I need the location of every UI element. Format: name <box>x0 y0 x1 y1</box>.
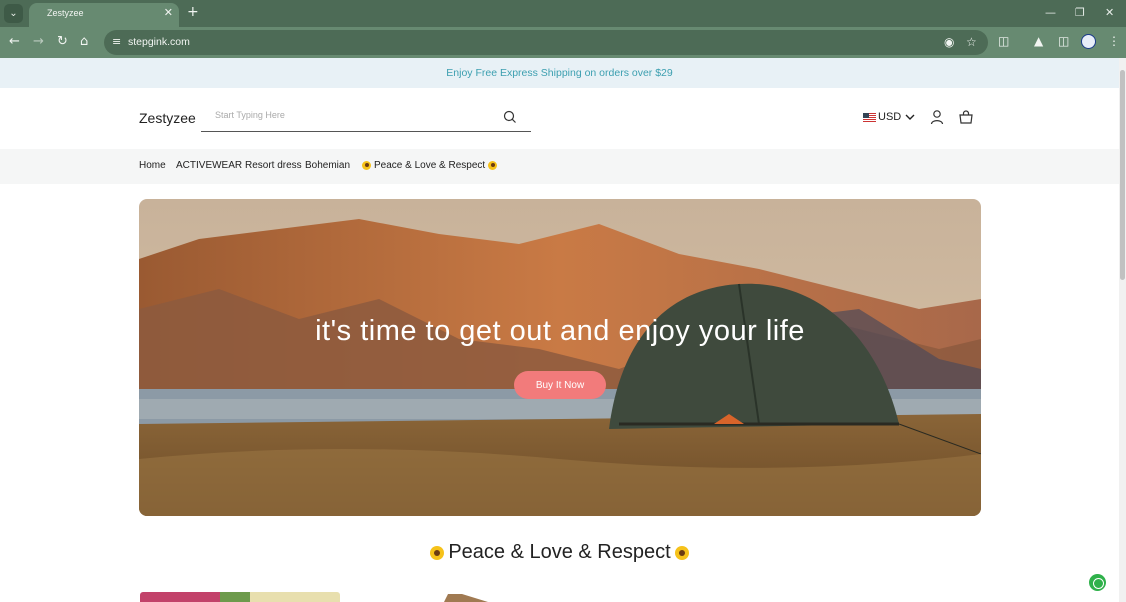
search-icon[interactable] <box>503 110 517 124</box>
user-icon[interactable] <box>929 109 945 125</box>
sunflower-icon <box>674 545 689 560</box>
nav-activewear[interactable]: ACTIVEWEAR <box>176 160 242 171</box>
minimize-button[interactable]: — <box>1045 6 1056 19</box>
nav-peace-love-respect[interactable]: Peace & Love & Respect <box>359 160 500 171</box>
url-text[interactable]: stepgink.com <box>128 36 190 48</box>
currency-selector[interactable]: USD <box>863 111 915 123</box>
address-bar[interactable]: ≡ stepgink.com ◉ ☆ <box>104 30 988 55</box>
section-title: Peace & Love & Respect <box>0 541 1119 564</box>
new-tab-button[interactable]: + <box>187 4 199 20</box>
announcement-bar: Enjoy Free Express Shipping on orders ov… <box>0 58 1119 88</box>
nav-home[interactable]: Home <box>139 160 166 171</box>
us-flag-icon <box>863 112 876 122</box>
tab-search-button[interactable]: ⌄ <box>4 4 23 23</box>
cart-icon[interactable] <box>958 109 974 125</box>
sunflower-icon <box>488 160 498 170</box>
back-icon[interactable]: ← <box>9 34 20 50</box>
nav-peace-label: Peace & Love & Respect <box>374 160 486 171</box>
chevron-down-icon <box>905 114 915 120</box>
sunflower-icon <box>430 545 445 560</box>
side-panel-icon[interactable]: ◫ <box>1058 34 1069 48</box>
nav-resort-dress[interactable]: Resort dress <box>245 160 302 171</box>
tab-close-icon[interactable]: ✕ <box>164 6 173 19</box>
currency-label: USD <box>878 111 902 123</box>
eye-off-icon[interactable]: ◉ <box>944 35 954 49</box>
extensions-icon[interactable]: ◫ <box>998 34 1009 48</box>
chat-icon[interactable] <box>1089 574 1106 591</box>
close-window-button[interactable]: ✕ <box>1105 6 1114 19</box>
home-icon[interactable]: ⌂ <box>80 34 88 50</box>
buy-it-now-button[interactable]: Buy It Now <box>514 371 606 399</box>
hero-landscape-image <box>139 199 981 516</box>
product-image[interactable] <box>442 592 488 602</box>
site-info-icon[interactable]: ≡ <box>112 35 121 48</box>
restore-button[interactable]: ❐ <box>1075 6 1085 19</box>
site-header: Zestyzee USD <box>0 88 1119 149</box>
profile-avatar[interactable] <box>1081 34 1096 49</box>
browser-tab[interactable]: Zestyzee ✕ <box>29 3 179 27</box>
hero-banner: it's time to get out and enjoy your life… <box>139 199 981 516</box>
browser-menu-icon[interactable]: ⋮ <box>1108 34 1120 48</box>
search-input[interactable] <box>215 110 495 120</box>
sunflower-icon <box>362 160 371 170</box>
nav-bohemian[interactable]: Bohemian <box>305 160 350 171</box>
browser-toolbar: ← → ↻ ⌂ ≡ stepgink.com ◉ ☆ ◫ ▲ ◫ ⋮ <box>0 27 1126 58</box>
bookmark-star-icon[interactable]: ☆ <box>966 35 977 49</box>
announcement-text: Enjoy Free Express Shipping on orders ov… <box>446 67 673 79</box>
reload-icon[interactable]: ↻ <box>57 34 68 50</box>
section-title-text: Peace & Love & Respect <box>448 541 671 563</box>
forward-icon[interactable]: → <box>33 34 44 50</box>
search-bar <box>201 106 531 132</box>
labs-icon[interactable]: ▲ <box>1034 34 1043 48</box>
browser-tab-bar: ⌄ Zestyzee ✕ + — ❐ ✕ <box>0 0 1126 27</box>
product-image[interactable] <box>140 592 340 602</box>
tab-title: Zestyzee <box>47 8 84 18</box>
main-navigation: Home ACTIVEWEAR Resort dress Bohemian Pe… <box>0 149 1119 184</box>
scrollbar-thumb[interactable] <box>1120 70 1125 280</box>
hero-title: it's time to get out and enjoy your life <box>315 315 805 347</box>
page-scrollbar[interactable] <box>1119 58 1126 602</box>
site-logo[interactable]: Zestyzee <box>139 110 196 126</box>
